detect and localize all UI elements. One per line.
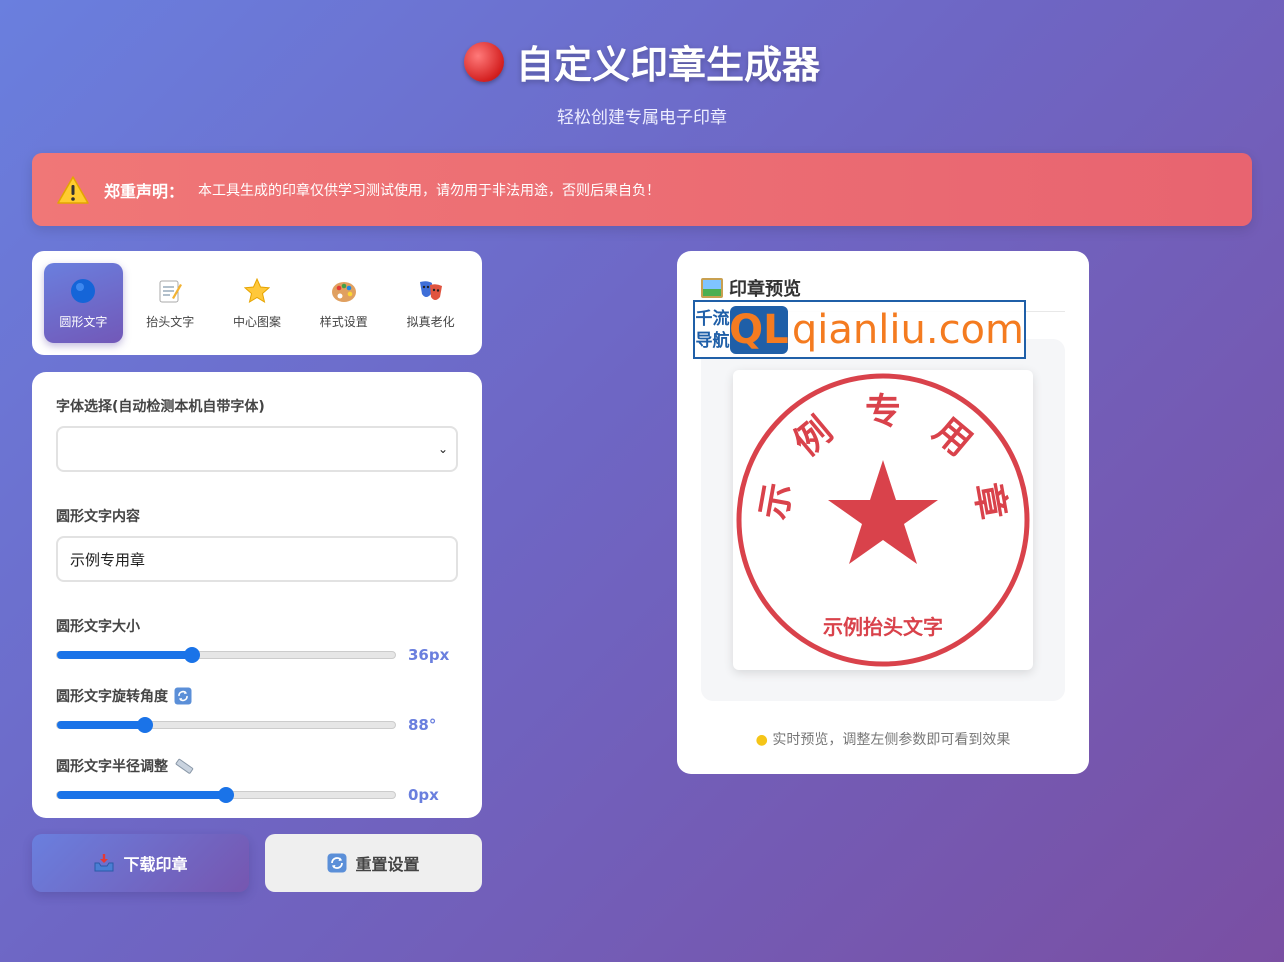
tab-label: 拟真老化 (406, 314, 455, 329)
page-title-text: 自定义印章生成器 (515, 43, 820, 87)
stamp-card: 示例专用章 示例抬头文字 (733, 370, 1033, 670)
download-button[interactable]: 下载印章 (32, 834, 249, 892)
qianliu-watermark: 千流 导航 QL qianliu.com (693, 300, 1026, 359)
masks-icon (417, 277, 445, 305)
download-label: 下载印章 (123, 855, 188, 874)
settings-tabs: 圆形文字 抬头文字 中心图案 样式设置 拟真老化 (32, 251, 482, 355)
tab-label: 抬头文字 (146, 314, 195, 329)
warning-title: 郑重声明： (104, 181, 185, 201)
slider-fill (57, 791, 226, 799)
palette-icon (330, 277, 358, 305)
tab-style-settings[interactable]: 样式设置 (304, 263, 383, 343)
text-size-slider[interactable] (56, 647, 396, 663)
slider-thumb[interactable] (136, 717, 153, 733)
stamp-char: 用 (925, 410, 979, 465)
circle-text-label: 圆形文字内容 (56, 509, 140, 525)
tab-aging-effect[interactable]: 拟真老化 (391, 263, 470, 343)
refresh-icon (327, 853, 347, 873)
font-select-label: 字体选择(自动检测本机自带字体) (56, 399, 265, 415)
preview-canvas-area: 示例专用章 示例抬头文字 (701, 339, 1065, 701)
star-icon (243, 277, 271, 305)
text-size-value: 36px (408, 646, 450, 664)
radius-slider[interactable] (56, 787, 396, 803)
text-size-slider-row: 36px (56, 646, 458, 664)
reset-label: 重置设置 (355, 855, 420, 874)
radius-slider-row: 0px (56, 786, 458, 804)
memo-icon (156, 277, 184, 305)
reset-button[interactable]: 重置设置 (265, 834, 482, 892)
inbox-tray-icon (94, 854, 114, 872)
ruler-icon (175, 758, 194, 774)
stamp-image: 示例专用章 示例抬头文字 (736, 373, 1030, 667)
tab-header-text[interactable]: 抬头文字 (131, 263, 210, 343)
stamp-bottom-text: 示例抬头文字 (823, 615, 943, 639)
watermark-cn-text: 千流 导航 (695, 308, 730, 352)
warning-text: 本工具生成的印章仅供学习测试使用，请勿用于非法用途，否则后果自负！ (198, 182, 661, 199)
tab-circle-text[interactable]: 圆形文字 (44, 263, 123, 343)
preview-title: 印章预览 (729, 279, 801, 300)
warning-banner: 郑重声明： 本工具生成的印章仅供学习测试使用，请勿用于非法用途，否则后果自负！ (32, 153, 1252, 226)
stamp-char: 示 (753, 480, 800, 523)
red-circle-icon (463, 41, 504, 82)
radius-value: 0px (408, 786, 439, 804)
stamp-char: 章 (966, 480, 1014, 523)
slider-thumb[interactable] (184, 647, 201, 663)
text-size-label: 圆形文字大小 (56, 619, 140, 635)
light-bulb-icon: ● (755, 732, 768, 748)
stamp-star (828, 460, 938, 564)
tab-label: 样式设置 (319, 314, 368, 329)
rotate-value: 88° (408, 716, 437, 734)
tab-label: 中心图案 (232, 314, 281, 329)
framed-picture-icon (701, 278, 723, 298)
rotate-label: 圆形文字旋转角度 (56, 689, 168, 705)
slider-fill (57, 651, 193, 659)
stamp-char: 专 (865, 392, 901, 433)
page-header: 自定义印章生成器 轻松创建专属电子印章 (0, 34, 1284, 128)
page-subtitle: 轻松创建专属电子印章 (557, 108, 727, 128)
preview-hint: ● 实时预览，调整左侧参数即可看到效果 (677, 729, 1089, 749)
warning-icon (57, 175, 89, 204)
rotate-slider-row: 88° (56, 716, 458, 734)
watermark-logo: QL (729, 305, 789, 354)
watermark-cn-line1: 千流 (695, 308, 730, 329)
circle-text-input[interactable]: 示例专用章 (56, 536, 458, 582)
tab-label: 圆形文字 (59, 314, 108, 329)
radius-label: 圆形文字半径调整 (56, 759, 168, 775)
blue-circle-icon (69, 277, 97, 305)
watermark-url: qianliu.com (791, 306, 1024, 353)
radius-label-row: 圆形文字半径调整 (56, 756, 458, 776)
slider-thumb[interactable] (218, 787, 234, 803)
chevron-down-icon: ⌄ (437, 442, 448, 456)
page-title: 自定义印章生成器 (463, 34, 820, 89)
rotate-slider[interactable] (56, 717, 396, 733)
tab-center-pattern[interactable]: 中心图案 (218, 263, 297, 343)
watermark-cn-line2: 导航 (695, 330, 730, 351)
font-select[interactable]: ⌄ (56, 426, 458, 472)
preview-hint-text: 实时预览，调整左侧参数即可看到效果 (772, 732, 1011, 748)
slider-fill (57, 721, 145, 729)
rotate-label-row: 圆形文字旋转角度 (56, 686, 458, 706)
settings-panel: 字体选择(自动检测本机自带字体) ⌄ 圆形文字内容 示例专用章 圆形文字大小 3… (32, 372, 482, 818)
rotate-icon (174, 687, 192, 705)
stamp-char: 例 (787, 410, 841, 465)
